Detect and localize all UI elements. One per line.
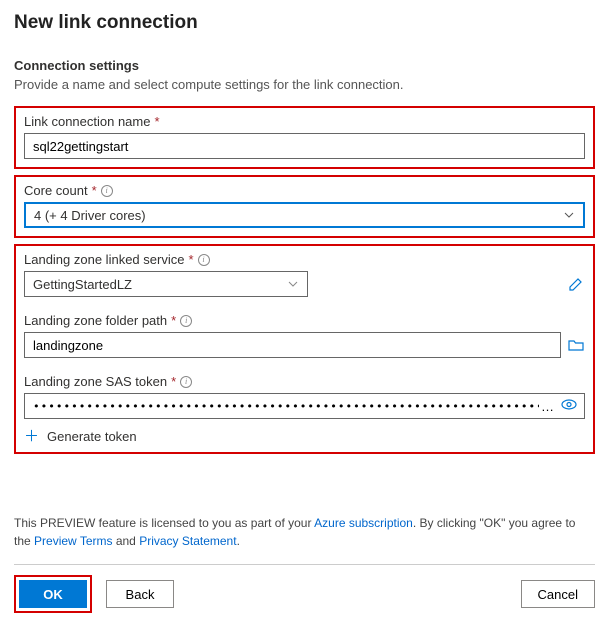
highlight-box-landing-zone: Landing zone linked service * i GettingS…	[14, 244, 595, 454]
lz-sas-input[interactable]: ••••••••••••••••••••••••••••••••••••••••…	[24, 393, 585, 419]
preview-disclaimer: This PREVIEW feature is licensed to you …	[14, 514, 595, 550]
password-mask: ••••••••••••••••••••••••••••••••••••••••…	[33, 400, 539, 413]
lz-path-input[interactable]	[24, 332, 561, 358]
label-core-count: Core count * i	[24, 183, 585, 198]
label-lz-service: Landing zone linked service * i	[24, 252, 585, 267]
info-icon[interactable]: i	[198, 254, 210, 266]
link-privacy-statement[interactable]: Privacy Statement	[139, 534, 236, 548]
highlight-box-cores: Core count * i 4 (+ 4 Driver cores)	[14, 175, 595, 238]
chevron-down-icon	[563, 209, 575, 221]
link-azure-subscription[interactable]: Azure subscription	[314, 516, 413, 530]
cancel-button[interactable]: Cancel	[521, 580, 595, 608]
page-title: New link connection	[14, 12, 595, 34]
label-lz-sas: Landing zone SAS token * i	[24, 374, 585, 389]
ok-button[interactable]: OK	[19, 580, 87, 608]
section-heading: Connection settings	[14, 58, 595, 73]
label-lz-path: Landing zone folder path * i	[24, 313, 585, 328]
link-preview-terms[interactable]: Preview Terms	[34, 534, 112, 548]
folder-icon[interactable]	[567, 336, 585, 354]
info-icon[interactable]: i	[180, 376, 192, 388]
button-bar: OK Back Cancel	[14, 564, 595, 613]
link-name-input[interactable]	[24, 133, 585, 159]
info-icon[interactable]: i	[180, 315, 192, 327]
generate-token-button[interactable]: ＋ Generate token	[24, 429, 585, 444]
lz-service-select[interactable]: GettingStartedLZ	[24, 271, 308, 297]
chevron-down-icon	[287, 278, 299, 290]
back-button[interactable]: Back	[106, 580, 174, 608]
label-link-name: Link connection name *	[24, 114, 585, 129]
edit-icon[interactable]	[567, 275, 585, 293]
plus-icon: ＋	[24, 429, 39, 444]
core-count-select[interactable]: 4 (+ 4 Driver cores)	[24, 202, 585, 228]
info-icon[interactable]: i	[101, 185, 113, 197]
highlight-box-ok: OK	[14, 575, 92, 613]
eye-icon[interactable]	[560, 396, 578, 417]
highlight-box-name: Link connection name *	[14, 106, 595, 169]
section-subtitle: Provide a name and select compute settin…	[14, 77, 595, 92]
